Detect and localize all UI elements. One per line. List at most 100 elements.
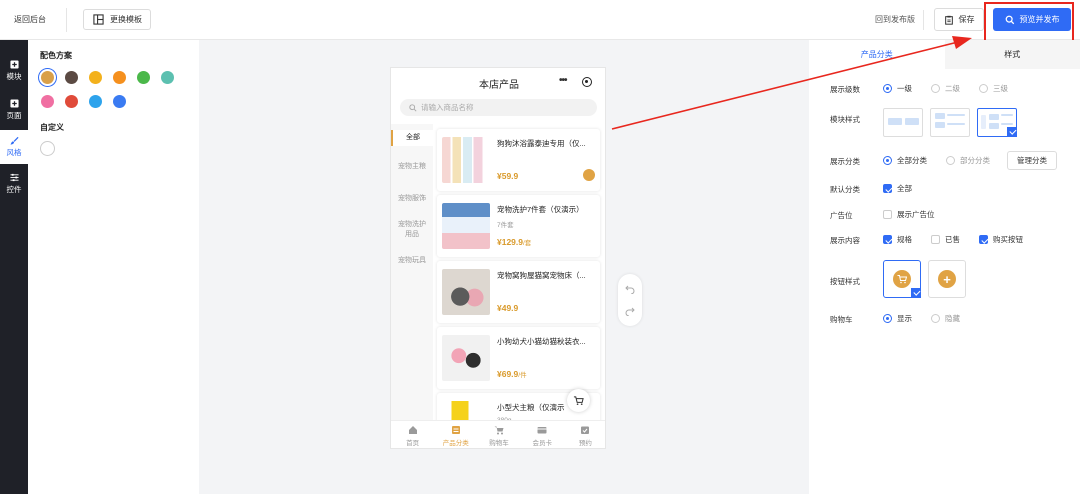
button-style-cart-option[interactable] bbox=[883, 260, 921, 298]
product-image bbox=[442, 203, 490, 249]
color-scheme-panel: 配色方案 自定义 bbox=[28, 40, 199, 494]
cart-icon bbox=[494, 426, 504, 434]
tab-label: 会员卡 bbox=[532, 439, 552, 447]
change-template-label: 更换模板 bbox=[110, 15, 142, 24]
color-swatch[interactable] bbox=[113, 95, 126, 108]
tab-style[interactable]: 样式 bbox=[944, 40, 1080, 69]
floating-cart-button[interactable] bbox=[567, 389, 590, 412]
tab-home[interactable]: 首页 bbox=[391, 421, 434, 448]
undo-icon[interactable] bbox=[625, 284, 635, 294]
product-image bbox=[442, 335, 490, 381]
tab-label: 购物车 bbox=[489, 439, 509, 447]
manage-categories-button[interactable]: 管理分类 bbox=[1007, 151, 1057, 170]
module-style-option-2[interactable] bbox=[930, 108, 970, 137]
product-card[interactable]: 宠物窝狗屋猫窝宠物床（... ¥49.9 bbox=[437, 261, 600, 323]
left-nav: 模块 页面 风格 控件 bbox=[0, 40, 28, 494]
cart-show-option[interactable]: 显示 bbox=[883, 313, 912, 324]
product-name: 宠物窝狗屋猫窝宠物床（... bbox=[497, 271, 586, 280]
color-swatch[interactable] bbox=[89, 95, 102, 108]
tab-label: 产品分类 bbox=[442, 439, 469, 447]
page-title: 本店产品 bbox=[479, 80, 519, 91]
nav-item-label: 控件 bbox=[6, 185, 22, 194]
default-category-label: 默认分类 bbox=[830, 185, 860, 194]
card-icon bbox=[537, 426, 547, 433]
product-card[interactable]: 宠物洗护7件套（仅演示） 7件套 ¥129.9/套 bbox=[437, 195, 600, 257]
tab-label: 预约 bbox=[578, 439, 592, 447]
more-menu-icon[interactable]: ••• bbox=[559, 75, 567, 86]
color-swatch[interactable] bbox=[65, 71, 78, 84]
product-price: ¥129.9/套 bbox=[497, 237, 532, 247]
custom-color-picker[interactable] bbox=[40, 141, 55, 156]
category-icon bbox=[451, 425, 460, 434]
back-to-published-link[interactable]: 回到发布版 bbox=[875, 14, 915, 25]
plus-box-icon bbox=[9, 99, 19, 108]
color-swatch[interactable] bbox=[65, 95, 78, 108]
nav-item-modules[interactable]: 模块 bbox=[0, 54, 28, 88]
product-name: 小狗幼犬小猫幼猫秋装衣... bbox=[497, 337, 586, 346]
module-style-option-3[interactable] bbox=[977, 108, 1017, 137]
selected-check-icon bbox=[911, 288, 921, 298]
level-option-1[interactable]: 一级 bbox=[883, 83, 912, 94]
category-item[interactable]: 宠物主粮 bbox=[391, 162, 433, 172]
clipboard-icon bbox=[944, 15, 953, 25]
product-image bbox=[442, 137, 490, 183]
cart-label: 购物车 bbox=[830, 315, 853, 324]
content-buy-button-checkbox[interactable]: 购买按钮 bbox=[979, 234, 1023, 245]
color-swatch[interactable] bbox=[137, 71, 150, 84]
redo-icon[interactable] bbox=[625, 306, 635, 316]
save-button[interactable]: 保存 bbox=[934, 8, 984, 31]
tab-cart[interactable]: 购物车 bbox=[477, 421, 520, 448]
display-all-categories-option[interactable]: 全部分类 bbox=[883, 155, 927, 166]
change-template-button[interactable]: 更换模板 bbox=[83, 9, 151, 30]
highlight-annotation-box bbox=[984, 2, 1074, 44]
layout-icon bbox=[93, 14, 104, 25]
tab-product-category[interactable]: 产品分类 bbox=[809, 40, 945, 69]
add-to-cart-icon[interactable] bbox=[583, 169, 595, 181]
color-swatch[interactable] bbox=[89, 71, 102, 84]
save-label: 保存 bbox=[958, 15, 975, 24]
tab-category[interactable]: 产品分类 bbox=[434, 421, 477, 448]
color-swatch[interactable] bbox=[161, 71, 174, 84]
module-style-option-1[interactable] bbox=[883, 108, 923, 137]
color-swatch[interactable] bbox=[41, 71, 54, 84]
color-swatch[interactable] bbox=[113, 71, 126, 84]
product-image bbox=[442, 269, 490, 315]
product-card[interactable]: 狗狗沐浴露泰迪专用（仅... ¥59.9 bbox=[437, 129, 600, 191]
nav-item-style[interactable]: 风格 bbox=[0, 130, 28, 164]
level-label: 展示级数 bbox=[830, 85, 860, 94]
level-option-3[interactable]: 三级 bbox=[979, 83, 1008, 94]
show-ad-slot-checkbox[interactable]: 展示广告位 bbox=[883, 209, 935, 220]
product-price: ¥59.9 bbox=[497, 171, 519, 181]
sliders-icon bbox=[9, 173, 19, 182]
cart-icon bbox=[573, 396, 584, 405]
cart-icon bbox=[893, 270, 911, 288]
category-item[interactable]: 全部 bbox=[391, 130, 433, 146]
color-swatch[interactable] bbox=[41, 95, 54, 108]
target-icon[interactable] bbox=[582, 77, 592, 87]
nav-item-label: 模块 bbox=[6, 72, 22, 81]
tab-member-card[interactable]: 会员卡 bbox=[521, 421, 564, 448]
nav-item-controls[interactable]: 控件 bbox=[0, 167, 28, 201]
selected-check-icon bbox=[1007, 127, 1017, 137]
category-item[interactable]: 宠物玩具 bbox=[391, 256, 433, 266]
category-item[interactable]: 宠物服饰 bbox=[391, 194, 433, 204]
category-item[interactable]: 宠物洗护用品 bbox=[391, 220, 433, 240]
brush-icon bbox=[9, 136, 19, 145]
default-category-all-checkbox[interactable]: 全部 bbox=[883, 183, 912, 194]
cart-hide-option[interactable]: 隐藏 bbox=[931, 313, 960, 324]
back-to-admin-link[interactable]: 返回后台 bbox=[14, 14, 46, 25]
display-partial-categories-option[interactable]: 部分分类 bbox=[946, 155, 990, 166]
product-name: 小型犬主粮（仅演示 bbox=[497, 403, 565, 412]
button-style-plus-option[interactable]: + bbox=[928, 260, 966, 298]
content-sold-checkbox[interactable]: 已售 bbox=[931, 234, 960, 245]
product-search-input[interactable]: 请输入商品名称 bbox=[400, 99, 597, 116]
content-spec-checkbox[interactable]: 规格 bbox=[883, 234, 912, 245]
search-placeholder: 请输入商品名称 bbox=[421, 103, 474, 112]
top-bar: 返回后台 更换模板 回到发布版 保存 预览并发布 bbox=[0, 0, 1080, 44]
product-price: ¥49.9 bbox=[497, 303, 519, 313]
nav-item-pages[interactable]: 页面 bbox=[0, 93, 28, 127]
level-option-2[interactable]: 二级 bbox=[931, 83, 960, 94]
product-card[interactable]: 小狗幼犬小猫幼猫秋装衣... ¥69.9/件 bbox=[437, 327, 600, 389]
nav-item-label: 风格 bbox=[6, 148, 22, 157]
tab-booking[interactable]: 预约 bbox=[564, 421, 605, 448]
